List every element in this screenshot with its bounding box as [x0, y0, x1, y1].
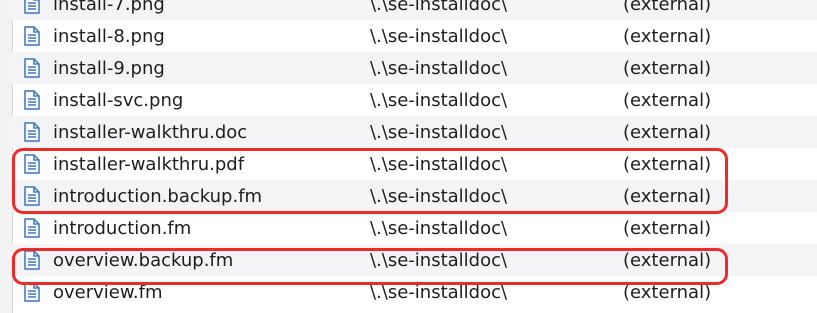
file-path: \.\se-installdoc\: [370, 249, 508, 271]
file-type: (external): [623, 0, 712, 15]
document-icon: [23, 26, 41, 46]
file-name-cell: installer-walkthru.pdf: [23, 154, 244, 175]
file-name: install-8.png: [53, 25, 165, 47]
file-name: install-7.png: [53, 0, 165, 15]
file-path: \.\se-installdoc\: [370, 0, 508, 15]
file-name: installer-walkthru.pdf: [53, 153, 245, 175]
file-type: (external): [623, 217, 712, 239]
file-path: \.\se-installdoc\: [370, 153, 508, 175]
document-icon: [23, 186, 41, 206]
file-name: overview.backup.fm: [53, 249, 234, 271]
file-path: \.\se-installdoc\: [370, 281, 508, 303]
list-item[interactable]: overview.backup.fm \.\se-installdoc\ (ex…: [12, 244, 817, 276]
file-name: installer-walkthru.doc: [53, 121, 248, 143]
document-icon: [23, 58, 41, 78]
file-name-cell: install-7.png: [23, 0, 165, 15]
file-name-cell: overview.backup.fm: [23, 250, 233, 271]
file-name-cell: install-9.png: [23, 58, 165, 79]
list-item[interactable]: install-8.png \.\se-installdoc\ (externa…: [12, 20, 817, 52]
list-item[interactable]: install-9.png \.\se-installdoc\ (externa…: [12, 52, 817, 84]
file-name: introduction.fm: [53, 217, 192, 239]
file-type: (external): [623, 57, 712, 79]
file-path: \.\se-installdoc\: [370, 57, 508, 79]
list-item[interactable]: installer-walkthru.pdf \.\se-installdoc\…: [12, 148, 817, 180]
list-item[interactable]: introduction.fm \.\se-installdoc\ (exter…: [12, 212, 817, 244]
document-icon: [23, 218, 41, 238]
file-name-cell: introduction.backup.fm: [23, 186, 262, 207]
file-type: (external): [623, 25, 712, 47]
file-type: (external): [623, 89, 712, 111]
file-type: (external): [623, 121, 712, 143]
document-icon: [23, 282, 41, 302]
file-name-cell: introduction.fm: [23, 218, 191, 239]
file-name-cell: install-8.png: [23, 26, 165, 47]
document-icon: [23, 0, 41, 14]
document-icon: [23, 154, 41, 174]
file-name-cell: overview.fm: [23, 282, 163, 303]
list-item[interactable]: installer-walkthru.doc \.\se-installdoc\…: [12, 116, 817, 148]
file-path: \.\se-installdoc\: [370, 185, 508, 207]
list-item[interactable]: overview.fm \.\se-installdoc\ (external): [12, 276, 817, 308]
file-name-cell: install-svc.png: [23, 90, 183, 111]
file-name: overview.fm: [53, 281, 163, 303]
list-item[interactable]: install-svc.png \.\se-installdoc\ (exter…: [12, 84, 817, 116]
file-type: (external): [623, 281, 712, 303]
file-type: (external): [623, 249, 712, 271]
document-icon: [23, 90, 41, 110]
file-list: install-7.png \.\se-installdoc\ (externa…: [12, 0, 817, 308]
file-path: \.\se-installdoc\: [370, 217, 508, 239]
file-type: (external): [623, 153, 712, 175]
file-type: (external): [623, 185, 712, 207]
file-path: \.\se-installdoc\: [370, 89, 508, 111]
document-icon: [23, 250, 41, 270]
document-icon: [23, 122, 41, 142]
list-item[interactable]: introduction.backup.fm \.\se-installdoc\…: [12, 180, 817, 212]
file-name: install-9.png: [53, 57, 165, 79]
file-path: \.\se-installdoc\: [370, 25, 508, 47]
list-item[interactable]: install-7.png \.\se-installdoc\ (externa…: [12, 0, 817, 20]
file-name-cell: installer-walkthru.doc: [23, 122, 247, 143]
file-name: install-svc.png: [53, 89, 184, 111]
file-name: introduction.backup.fm: [53, 185, 263, 207]
file-path: \.\se-installdoc\: [370, 121, 508, 143]
